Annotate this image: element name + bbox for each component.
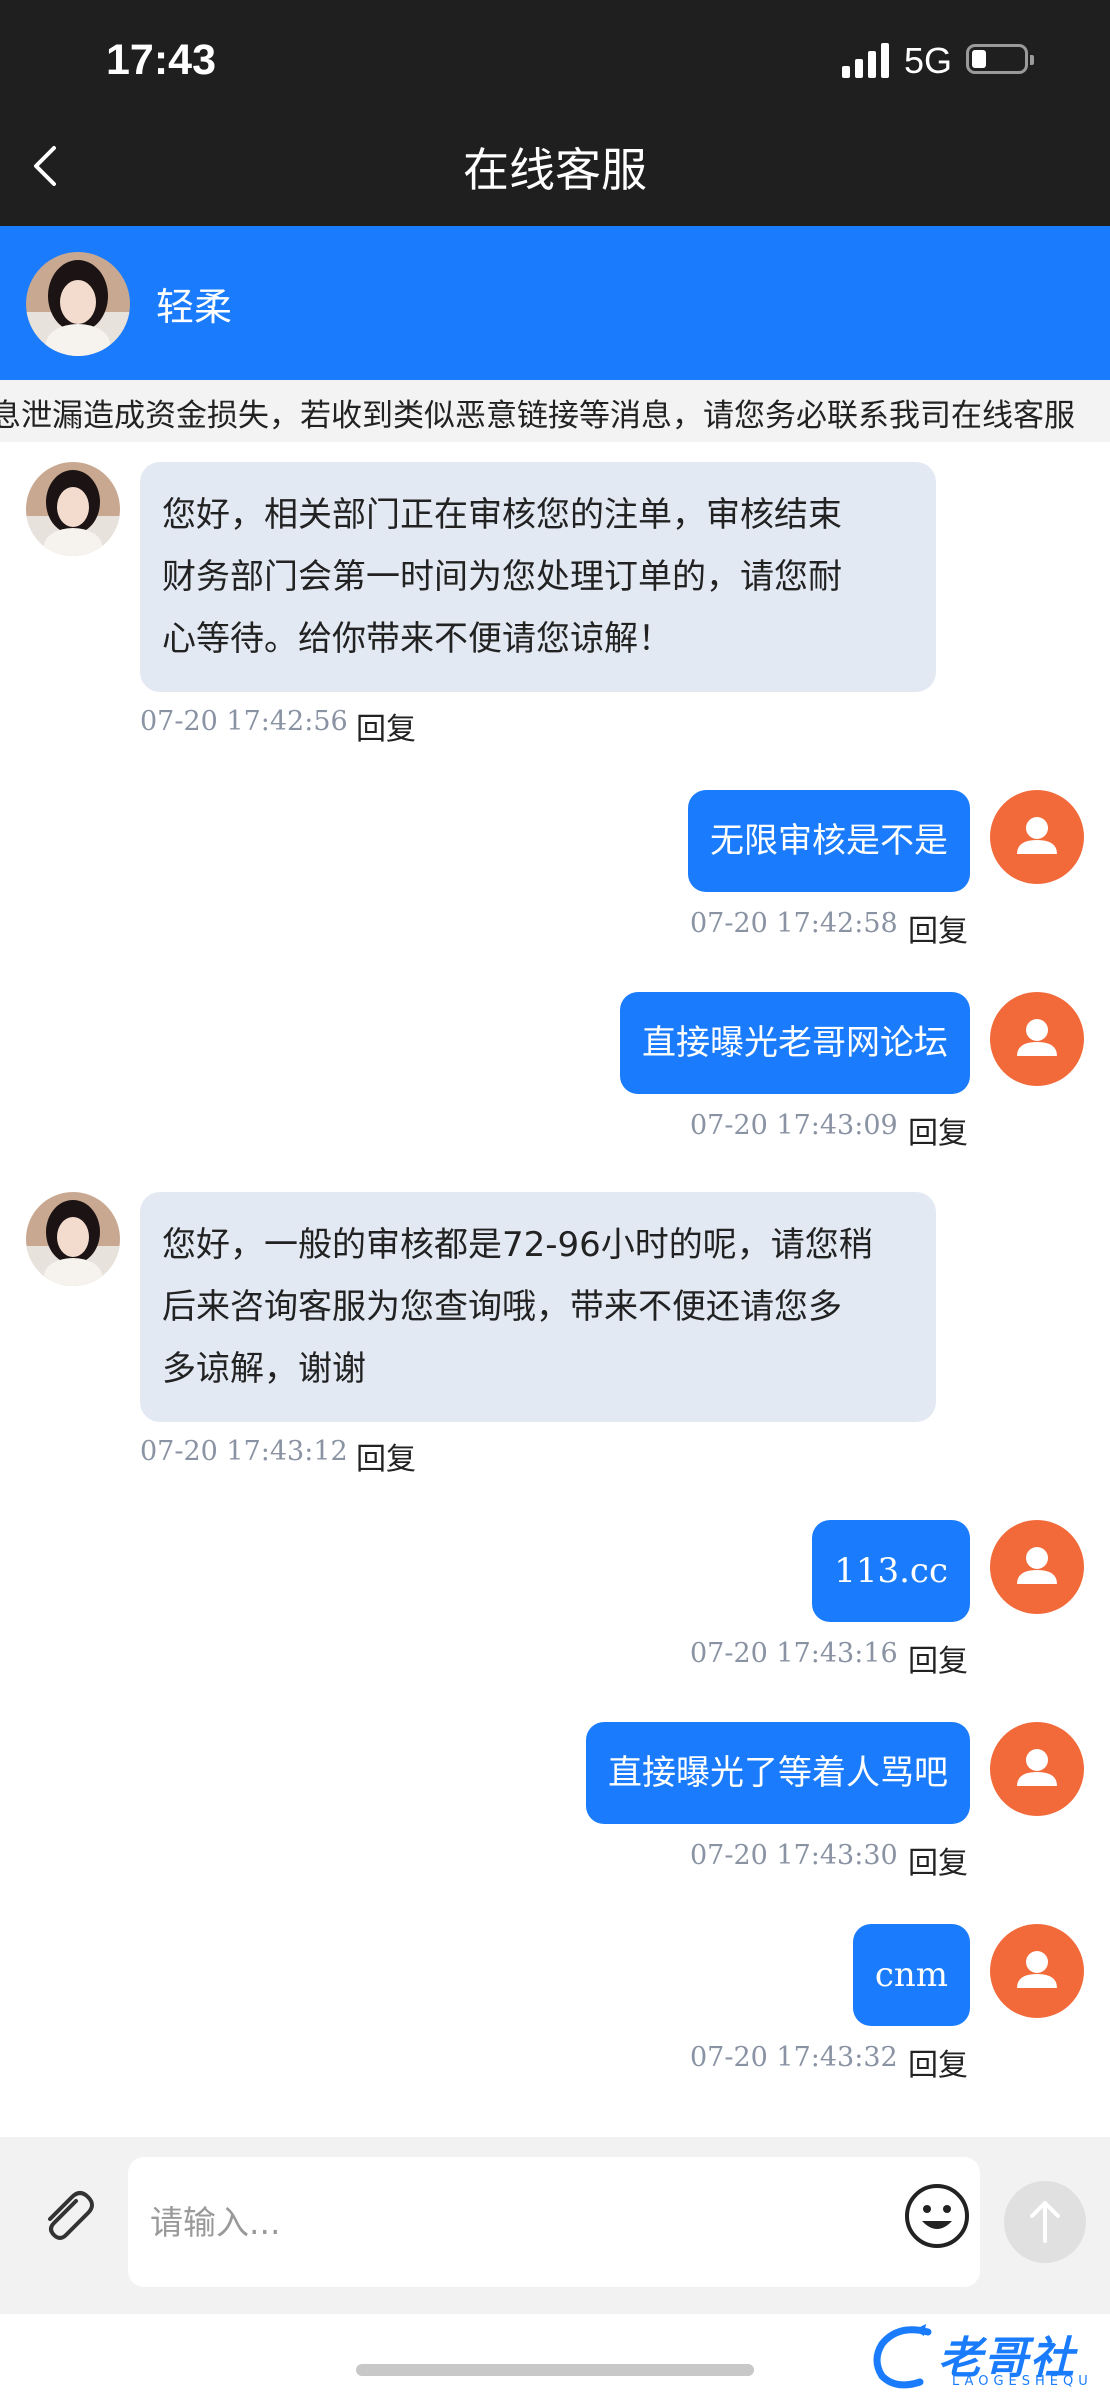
dragon-logo-icon [873,2324,932,2389]
message-line: 财务部门会第一时间为您处理订单的，请您耐 [162,557,842,597]
emoji-button[interactable] [902,2181,972,2251]
notice-text: 息泄漏造成资金损失，若收到类似恶意链接等消息，请您务必联系我司在线客服 [0,398,1075,434]
message-bubble-incoming[interactable]: 您好，一般的审核都是72-96小时的呢，请您稍 后来咨询客服为您查询哦，带来不便… [140,1192,936,1422]
emoji-icon [905,2184,969,2248]
message-timestamp: 07-20 17:42:58 [690,908,898,939]
user-icon [1017,817,1057,854]
message-timestamp: 07-20 17:43:16 [690,1638,898,1669]
message-line: 后来咨询客服为您查询哦，带来不便还请您多 [162,1287,842,1327]
chat-list[interactable]: 您好，相关部门正在审核您的注单，审核结束 财务部门会第一时间为您处理订单的，请您… [0,442,1110,2137]
message-bubble-outgoing[interactable]: 直接曝光老哥网论坛 [620,992,970,1094]
page-title: 在线客服 [463,143,647,197]
agent-avatar-small [26,462,120,556]
reply-link[interactable]: 回复 [908,2040,968,2084]
user-icon [1017,1547,1057,1584]
arrow-up-icon [1030,2201,1060,2243]
user-avatar [990,1520,1084,1614]
user-avatar [990,1924,1084,2018]
composer [0,2137,1110,2314]
top-bar: 17:43 5G 在线客服 [0,0,1110,226]
user-avatar [990,1722,1084,1816]
user-icon [1017,1019,1057,1056]
message-bubble-outgoing[interactable]: cnm [852,1924,970,2026]
notice-marquee: 息泄漏造成资金损失，若收到类似恶意链接等消息，请您务必联系我司在线客服 [0,380,1110,442]
reply-link[interactable]: 回复 [908,906,968,950]
battery-icon [966,44,1034,74]
watermark-subtext: LAOGESHEQU [952,2374,1093,2389]
watermark-logo: 老哥社区 LAOGESHEQU [868,2320,1098,2400]
agent-avatar[interactable] [26,252,130,356]
status-time: 17:43 [106,36,216,84]
message-bubble-outgoing[interactable]: 无限审核是不是 [688,790,970,892]
signal-icon [842,42,892,78]
agent-avatar-small [26,1192,120,1286]
message-line: 多谅解，谢谢 [162,1349,366,1389]
message-timestamp: 07-20 17:43:32 [690,2042,898,2073]
send-button[interactable] [1004,2181,1086,2263]
message-timestamp: 07-20 17:43:09 [690,1110,898,1141]
agent-header: 轻柔 [0,226,1110,380]
reply-link[interactable]: 回复 [356,1434,416,1478]
reply-link[interactable]: 回复 [908,1108,968,1152]
message-bubble-outgoing[interactable]: 113.cc [812,1520,970,1622]
user-icon [1017,1951,1057,1988]
user-avatar [990,790,1084,884]
message-line: 您好，一般的审核都是72-96小时的呢，请您稍 [162,1225,873,1265]
message-line: 心等待。给你带来不便请您谅解！ [162,619,672,659]
paperclip-icon [48,2191,94,2240]
message-line: 您好，相关部门正在审核您的注单，审核结束 [162,495,842,535]
network-type: 5G [904,40,953,81]
message-timestamp: 07-20 17:42:56 [140,706,348,737]
reply-link[interactable]: 回复 [908,1636,968,1680]
reply-link[interactable]: 回复 [908,1838,968,1882]
user-icon [1017,1749,1057,1786]
attach-button[interactable] [32,2181,102,2251]
message-bubble-outgoing[interactable]: 直接曝光了等着人骂吧 [586,1722,970,1824]
message-bubble-incoming[interactable]: 您好，相关部门正在审核您的注单，审核结束 财务部门会第一时间为您处理订单的，请您… [140,462,936,692]
reply-link[interactable]: 回复 [356,704,416,748]
bottom-area: 老哥社区 LAOGESHEQU [0,2314,1110,2400]
message-timestamp: 07-20 17:43:30 [690,1840,898,1871]
message-timestamp: 07-20 17:43:12 [140,1436,348,1467]
home-indicator[interactable] [356,2364,754,2376]
agent-name: 轻柔 [156,285,233,329]
message-input[interactable] [128,2157,980,2287]
user-avatar [990,992,1084,1086]
